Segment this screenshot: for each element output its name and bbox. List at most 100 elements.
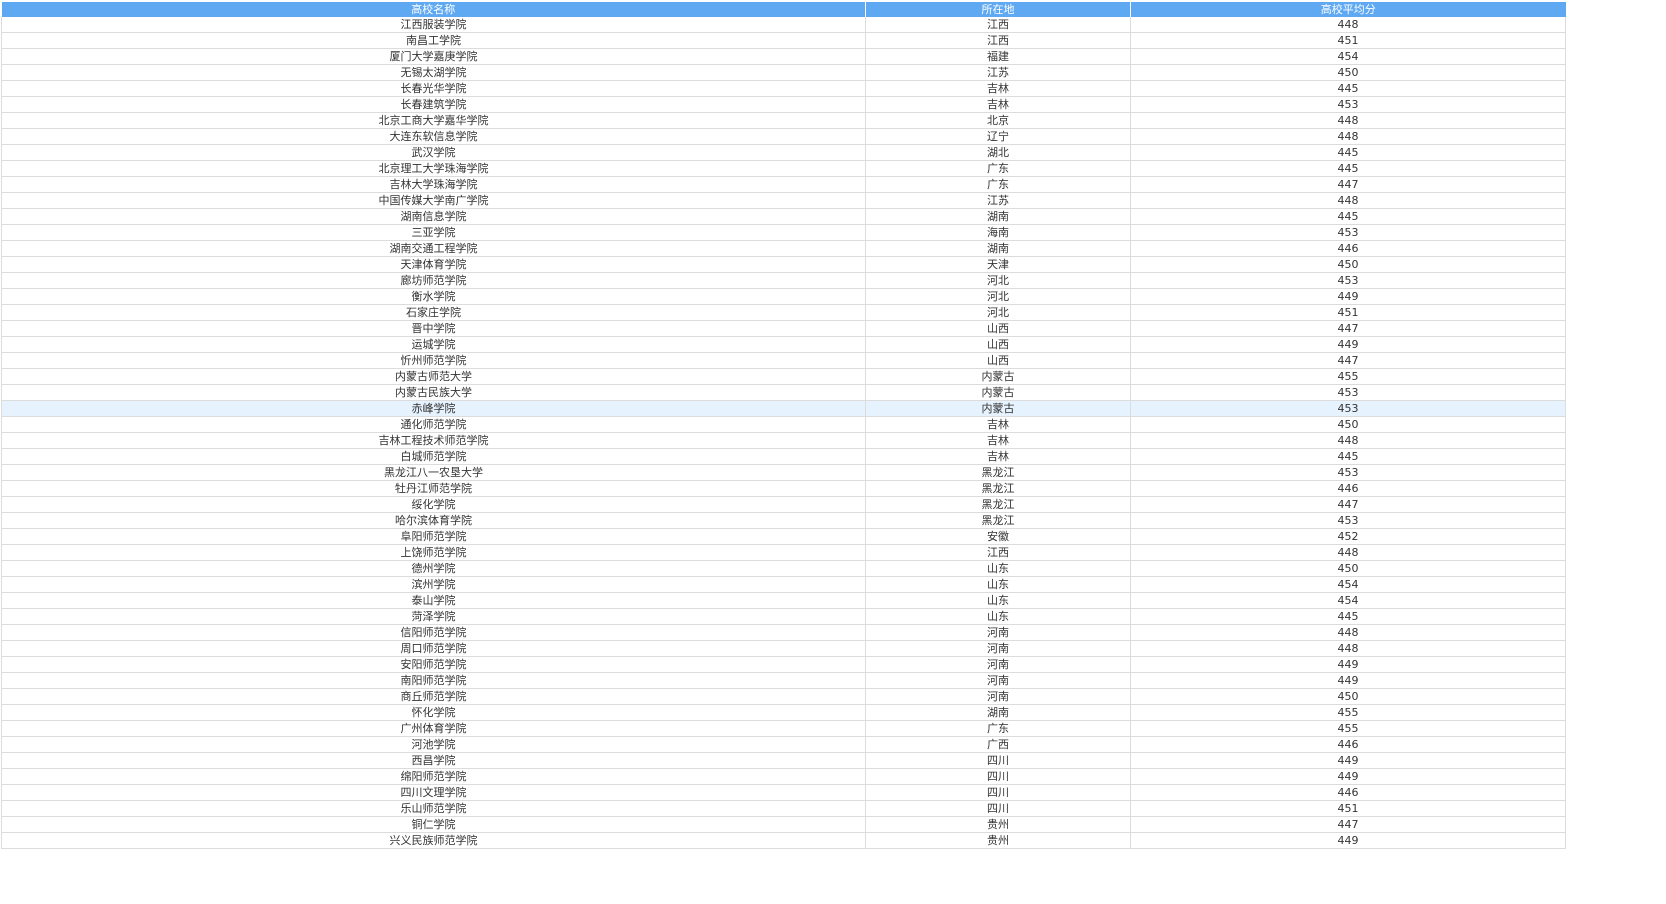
cell-college-name: 兴义民族师范学院 — [1, 832, 866, 849]
cell-average-score: 449 — [1130, 656, 1566, 673]
table-row[interactable]: 河池学院 广西 446 — [1, 736, 1566, 753]
table-row[interactable]: 北京理工大学珠海学院 广东 445 — [1, 160, 1566, 177]
table-row[interactable]: 四川文理学院 四川 446 — [1, 784, 1566, 801]
table-row[interactable]: 运城学院 山西 449 — [1, 336, 1566, 353]
table-row[interactable]: 信阳师范学院 河南 448 — [1, 624, 1566, 641]
cell-college-name: 安阳师范学院 — [1, 656, 866, 673]
table-row[interactable]: 白城师范学院 吉林 445 — [1, 448, 1566, 465]
cell-location: 湖北 — [865, 144, 1131, 161]
table-row[interactable]: 铜仁学院 贵州 447 — [1, 816, 1566, 833]
cell-college-name: 周口师范学院 — [1, 640, 866, 657]
cell-average-score: 448 — [1130, 192, 1566, 209]
table-row[interactable]: 武汉学院 湖北 445 — [1, 144, 1566, 161]
table-row[interactable]: 江西服装学院 江西 448 — [1, 17, 1566, 33]
table-row[interactable]: 南昌工学院 江西 451 — [1, 32, 1566, 49]
table-row[interactable]: 菏泽学院 山东 445 — [1, 608, 1566, 625]
table-row[interactable]: 商丘师范学院 河南 450 — [1, 688, 1566, 705]
table-row[interactable]: 厦门大学嘉庚学院 福建 454 — [1, 48, 1566, 65]
table-row[interactable]: 绥化学院 黑龙江 447 — [1, 496, 1566, 513]
table-row[interactable]: 泰山学院 山东 454 — [1, 592, 1566, 609]
table-row[interactable]: 乐山师范学院 四川 451 — [1, 800, 1566, 817]
cell-location: 吉林 — [865, 80, 1131, 97]
cell-average-score: 450 — [1130, 688, 1566, 705]
table-row[interactable]: 忻州师范学院 山西 447 — [1, 352, 1566, 369]
cell-location: 四川 — [865, 768, 1131, 785]
table-row[interactable]: 安阳师范学院 河南 449 — [1, 656, 1566, 673]
cell-location: 广西 — [865, 736, 1131, 753]
header-row: 高校名称 所在地 高校平均分 — [1, 2, 1566, 17]
table-row[interactable]: 内蒙古民族大学 内蒙古 453 — [1, 384, 1566, 401]
cell-location: 贵州 — [865, 816, 1131, 833]
cell-college-name: 天津体育学院 — [1, 256, 866, 273]
cell-college-name: 菏泽学院 — [1, 608, 866, 625]
cell-location: 吉林 — [865, 416, 1131, 433]
cell-average-score: 448 — [1130, 112, 1566, 129]
cell-location: 海南 — [865, 224, 1131, 241]
cell-average-score: 453 — [1130, 224, 1566, 241]
table-row[interactable]: 湖南交通工程学院 湖南 446 — [1, 240, 1566, 257]
cell-average-score: 447 — [1130, 352, 1566, 369]
table-row[interactable]: 牡丹江师范学院 黑龙江 446 — [1, 480, 1566, 497]
cell-college-name: 内蒙古师范大学 — [1, 368, 866, 385]
table-body: 江西服装学院 江西 448 南昌工学院 江西 451 厦门大学嘉庚学院 福建 454 无锡太湖学院… — [1, 17, 1566, 849]
cell-location: 四川 — [865, 784, 1131, 801]
cell-college-name: 哈尔滨体育学院 — [1, 512, 866, 529]
table-row[interactable]: 衡水学院 河北 449 — [1, 288, 1566, 305]
cell-average-score: 446 — [1130, 736, 1566, 753]
table-row[interactable]: 大连东软信息学院 辽宁 448 — [1, 128, 1566, 145]
table-row[interactable]: 长春建筑学院 吉林 453 — [1, 96, 1566, 113]
table-row[interactable]: 德州学院 山东 450 — [1, 560, 1566, 577]
cell-average-score: 449 — [1130, 288, 1566, 305]
cell-location: 北京 — [865, 112, 1131, 129]
table-row[interactable]: 周口师范学院 河南 448 — [1, 640, 1566, 657]
table-row[interactable]: 滨州学院 山东 454 — [1, 576, 1566, 593]
table-row[interactable]: 通化师范学院 吉林 450 — [1, 416, 1566, 433]
table-row[interactable]: 晋中学院 山西 447 — [1, 320, 1566, 337]
table-row[interactable]: 石家庄学院 河北 451 — [1, 304, 1566, 321]
cell-average-score: 451 — [1130, 304, 1566, 321]
table-row[interactable]: 北京工商大学嘉华学院 北京 448 — [1, 112, 1566, 129]
cell-college-name: 赤峰学院 — [1, 400, 866, 417]
cell-location: 山西 — [865, 336, 1131, 353]
cell-average-score: 445 — [1130, 80, 1566, 97]
table-row[interactable]: 无锡太湖学院 江苏 450 — [1, 64, 1566, 81]
table-row[interactable]: 怀化学院 湖南 455 — [1, 704, 1566, 721]
table-row[interactable]: 长春光华学院 吉林 445 — [1, 80, 1566, 97]
table-row[interactable]: 吉林大学珠海学院 广东 447 — [1, 176, 1566, 193]
header-location[interactable]: 所在地 — [865, 2, 1131, 17]
table-row[interactable]: 上饶师范学院 江西 448 — [1, 544, 1566, 561]
table-row[interactable]: 中国传媒大学南广学院 江苏 448 — [1, 192, 1566, 209]
table-row[interactable]: 内蒙古师范大学 内蒙古 455 — [1, 368, 1566, 385]
table-row[interactable]: 南阳师范学院 河南 449 — [1, 672, 1566, 689]
cell-location: 吉林 — [865, 96, 1131, 113]
table-row[interactable]: 三亚学院 海南 453 — [1, 224, 1566, 241]
table-row[interactable]: 赤峰学院 内蒙古 453 — [1, 400, 1566, 417]
table-row[interactable]: 绵阳师范学院 四川 449 — [1, 768, 1566, 785]
cell-college-name: 西昌学院 — [1, 752, 866, 769]
cell-average-score: 453 — [1130, 272, 1566, 289]
table-row[interactable]: 兴义民族师范学院 贵州 449 — [1, 832, 1566, 849]
table-row[interactable]: 黑龙江八一农垦大学 黑龙江 453 — [1, 464, 1566, 481]
table-row[interactable]: 阜阳师范学院 安徽 452 — [1, 528, 1566, 545]
cell-location: 河南 — [865, 640, 1131, 657]
cell-average-score: 446 — [1130, 240, 1566, 257]
cell-location: 安徽 — [865, 528, 1131, 545]
cell-average-score: 445 — [1130, 144, 1566, 161]
table-row[interactable]: 湖南信息学院 湖南 445 — [1, 208, 1566, 225]
table-row[interactable]: 吉林工程技术师范学院 吉林 448 — [1, 432, 1566, 449]
cell-average-score: 449 — [1130, 336, 1566, 353]
cell-average-score: 448 — [1130, 544, 1566, 561]
table-row[interactable]: 廊坊师范学院 河北 453 — [1, 272, 1566, 289]
cell-college-name: 四川文理学院 — [1, 784, 866, 801]
header-average-score[interactable]: 高校平均分 — [1130, 2, 1566, 17]
table-row[interactable]: 广州体育学院 广东 455 — [1, 720, 1566, 737]
cell-college-name: 白城师范学院 — [1, 448, 866, 465]
cell-average-score: 454 — [1130, 576, 1566, 593]
table-row[interactable]: 哈尔滨体育学院 黑龙江 453 — [1, 512, 1566, 529]
header-college-name[interactable]: 高校名称 — [1, 2, 866, 17]
table-row[interactable]: 天津体育学院 天津 450 — [1, 256, 1566, 273]
cell-location: 黑龙江 — [865, 464, 1131, 481]
cell-location: 湖南 — [865, 208, 1131, 225]
table-row[interactable]: 西昌学院 四川 449 — [1, 752, 1566, 769]
cell-average-score: 451 — [1130, 32, 1566, 49]
